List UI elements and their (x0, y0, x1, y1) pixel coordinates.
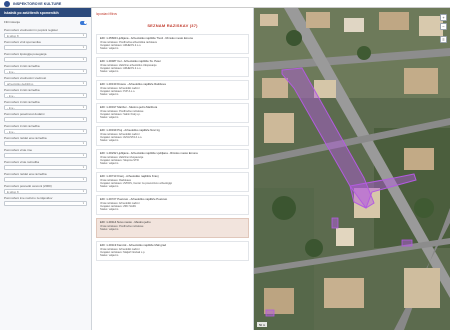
chevron-down-icon: ▾ (82, 94, 84, 97)
result-card[interactable]: EID: 1-00017 Maribor - Mestno jedro Mari… (96, 103, 249, 123)
filter-field: Pomnoženi vrednostni vrednost arheološko … (0, 74, 91, 86)
chevron-down-icon: ▾ (82, 142, 84, 145)
result-card[interactable]: EID: 1-05669 Ljubljana - Arheološko najd… (96, 34, 249, 54)
filter-field-label: Pomnoženi zvrsti razredba (4, 124, 40, 128)
map-marker-area (265, 309, 275, 317)
result-status: Status: veljavno (100, 116, 119, 120)
result-status: Status: veljavno (100, 93, 119, 97)
result-status: Status: veljavno (100, 139, 119, 143)
result-status: Status: veljavno (100, 254, 119, 258)
result-card[interactable]: EID: 1-00232 Ljubljana - Arheološko najd… (96, 149, 249, 169)
results-top-link[interactable]: Izpostavi filtrov (92, 8, 253, 20)
filter-field-label: Pomnoženi zvrsti razredba (4, 100, 40, 104)
result-card[interactable]: EID: 1-00713 Kranj - Arheološko najdišče… (96, 172, 249, 192)
filter-field-label: Pomnoženi vrste ime (4, 148, 33, 152)
result-status: Status: veljavno (100, 47, 119, 51)
layers-button[interactable]: ≡ (440, 36, 447, 43)
chevron-down-icon: ▾ (82, 106, 84, 109)
result-status: Status: veljavno (100, 185, 119, 189)
filter-fields: Pomnoženi vrednostni in popisni register… (0, 26, 91, 206)
filter-select-value: arheološko dediščino (7, 81, 34, 86)
filter-field: Pomnoženi vrste razredba ▾ (0, 158, 91, 170)
filter-select-value: E sklop 8 (7, 33, 19, 38)
result-card[interactable]: EID: 1-00119 Kamnik - Arheološko najdišč… (96, 241, 249, 261)
filter-field: Pomnoženi zvrsti razredba - Ime - ▾ (0, 62, 91, 74)
filter-field-label: Pomnoženi vrednostni in popisni register (4, 28, 59, 32)
filter-field-label: Pomnoženi posnetki osnovni (2000) (4, 184, 52, 188)
filter-panel: Iskalnik po zaščitenih spomenikih Filtri… (0, 8, 92, 330)
app-logo (4, 0, 10, 7)
filter-field-label: Pomnoženi tipologija poseganja (4, 52, 47, 56)
map-marker-area (401, 239, 413, 247)
result-card[interactable]: EID: 1-00727 Poetovio - Arheološko najdi… (96, 195, 249, 215)
filter-toggle-row[interactable]: Filtri iskanja (0, 17, 91, 26)
result-status: Status: veljavno (100, 162, 119, 166)
map-canvas[interactable] (254, 8, 450, 330)
filter-field: Pomnoženi zvrsti razredba - Ime - ▾ (0, 86, 91, 98)
filter-field: Pomnoženi vrednostni in popisni register… (0, 26, 91, 38)
map-scale: 50 m (257, 322, 268, 327)
app-title: INSPEKTOROVE KULTURE (13, 1, 62, 6)
chevron-down-icon: ▾ (82, 82, 84, 85)
filter-select-value: - Ime - (7, 105, 16, 110)
result-card[interactable]: EID: 1-00114 Novo mesto - Mestno jedro Vr… (96, 218, 249, 238)
chevron-down-icon: ▾ (82, 202, 84, 205)
filter-field: Pomnoženi posebnost dodatni ▾ (0, 110, 91, 122)
chevron-down-icon: ▾ (82, 58, 84, 61)
filter-field-label: Pomnoženi razdel ena razredba (4, 172, 47, 176)
filter-select[interactable]: ▾ (4, 201, 87, 206)
filter-field: Pomnoženi zvrsti razredba - Ime - ▾ (0, 122, 91, 134)
chevron-down-icon: ▾ (82, 190, 84, 193)
filter-field: Pomnoženi vrste ime ▾ (0, 146, 91, 158)
filter-field-label: Pomnoženi razdel ena razredba (4, 136, 47, 140)
filter-field: Pomnoženi razdel ena razredba ▾ (0, 134, 91, 146)
chevron-down-icon: ▾ (82, 34, 84, 37)
filter-field-label: Pomnoženi zvrsti razredba (4, 64, 40, 68)
filter-select-value: - Ime - (7, 69, 16, 74)
filter-field-label: Pomnoženi vrsti spomenika (4, 40, 41, 44)
filter-field-label: Pomnoženi vrednostni vrednost (4, 76, 47, 80)
chevron-down-icon: ▾ (82, 178, 84, 181)
chevron-down-icon: ▾ (82, 70, 84, 73)
filter-field-label: Pomnoženi vrste razredba (4, 160, 40, 164)
filter-select-value: - Ime - (7, 129, 16, 134)
map-marker-area (331, 217, 339, 229)
result-status: Status: veljavno (100, 70, 119, 74)
map-view[interactable]: + − ≡ 50 m (254, 8, 450, 330)
chevron-down-icon: ▾ (82, 130, 84, 133)
chevron-down-icon: ▾ (82, 118, 84, 121)
filter-field: Pomnoženi posnetki osnovni (2000) E sklop… (0, 182, 91, 194)
filter-select-value: E sklop 8 (7, 189, 19, 194)
filter-field: Pomnoženi razdel ena razredba ▾ (0, 170, 91, 182)
chevron-down-icon: ▾ (82, 46, 84, 49)
results-title: SEZNAM RAZISKAV (37) (147, 23, 198, 28)
chevron-down-icon: ▾ (82, 166, 84, 169)
results-panel: Izpostavi filtrov SEZNAM RAZISKAV (37) E… (92, 8, 254, 330)
result-list: EID: 1-05669 Ljubljana - Arheološko najd… (92, 34, 253, 261)
filter-field: Pomnoženi tipologija poseganja ▾ (0, 50, 91, 62)
filter-toggle-label: Filtri iskanja (4, 20, 20, 24)
result-status: Status: veljavno (100, 208, 119, 212)
result-status: Status: veljavno (100, 228, 119, 231)
chevron-down-icon: ▾ (82, 154, 84, 157)
result-card[interactable]: EID: 1-00130 Dravce - Arheološko najdišč… (96, 80, 249, 100)
result-card[interactable]: EID: 1-00487 Cel - Arheološko najdišče S… (96, 57, 249, 77)
filter-field: Pomnoženi vrsti spomenika ▾ (0, 38, 91, 50)
filter-field: Pomnoženi zvrsti razredba - Ime - ▾ (0, 98, 91, 110)
layers-icon: ≡ (442, 37, 445, 42)
filter-field: Pomnoženi ime nazivno zemljevidov ▾ (0, 194, 91, 206)
app-header: INSPEKTOROVE KULTURE (0, 0, 450, 8)
filter-select-value: - Ime - (7, 93, 16, 98)
result-card[interactable]: EID: 1-00199 Ptuj - Arheološko najdišče … (96, 126, 249, 146)
zoom-in-button[interactable]: + (440, 14, 447, 21)
filter-panel-title: Iskalnik po zaščitenih spomenikih (0, 8, 91, 17)
filter-field-label: Pomnoženi ime nazivno zemljevidov (4, 196, 53, 200)
zoom-out-button[interactable]: − (440, 23, 447, 30)
filter-field-label: Pomnoženi posebnost dodatni (4, 112, 45, 116)
filter-field-label: Pomnoženi zvrsti razredba (4, 88, 40, 92)
filter-toggle-switch[interactable] (80, 20, 87, 25)
